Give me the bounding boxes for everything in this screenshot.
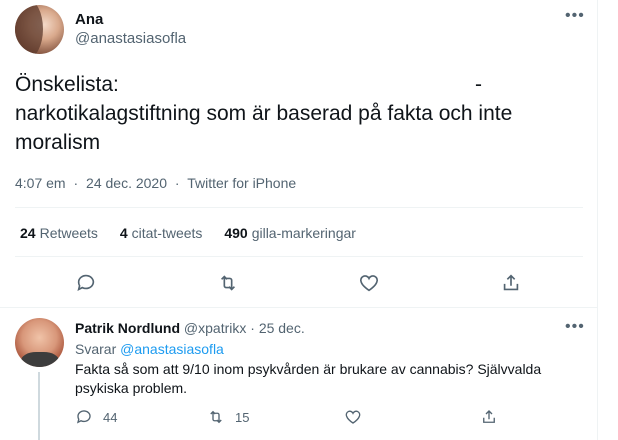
retweet-button[interactable] <box>217 272 239 294</box>
tweet-text-line: narkotikalagstiftning som är baserad på … <box>15 102 513 125</box>
tweet-source[interactable]: Twitter for iPhone <box>187 175 296 191</box>
divider <box>15 256 583 257</box>
tweet-text-line: moralism <box>15 131 101 154</box>
reply-text: Fakta så som att 9/10 inom psykvården är… <box>75 360 585 398</box>
comment-icon <box>77 274 95 291</box>
reply-button[interactable] <box>75 272 97 294</box>
author-handle[interactable]: @anastasiasofla <box>75 30 186 47</box>
more-options-icon[interactable]: ••• <box>565 8 585 24</box>
reply-date[interactable]: 25 dec. <box>259 320 305 336</box>
reply-author-handle[interactable]: @xpatrikx <box>184 320 246 336</box>
like-button[interactable] <box>358 272 380 294</box>
comment-icon <box>76 410 91 424</box>
reply-reply-button[interactable]: 44 <box>75 408 117 426</box>
divider <box>15 207 583 208</box>
retweets-stat[interactable]: 24 Retweets <box>20 225 98 241</box>
tweet-meta: 4:07 em · 24 dec. 2020 · Twitter for iPh… <box>15 175 300 191</box>
tweet-text-dash: - <box>475 73 482 96</box>
reply-retweet-button[interactable]: 15 <box>207 408 249 426</box>
reply-text-line: Fakta så som att 9/10 inom psykvården är… <box>75 361 542 377</box>
tweet-text-line: Önskelista: <box>15 73 119 96</box>
reply-text-line: psykiska problem. <box>75 380 188 396</box>
thread-line <box>38 372 40 440</box>
heart-icon <box>359 275 379 292</box>
replying-to-link[interactable]: @anastasiasofla <box>120 341 224 357</box>
more-options-icon[interactable]: ••• <box>565 319 585 335</box>
share-icon <box>503 274 519 291</box>
retweet-icon <box>210 410 222 424</box>
divider <box>0 307 598 308</box>
tweet-column: Ana @anastasiasofla ••• Önskelista: - na… <box>0 0 598 440</box>
replying-to: Svarar @anastasiasofla <box>75 341 224 357</box>
tweet-text: Önskelista: - narkotikalagstiftning som … <box>15 70 585 157</box>
tweet-date[interactable]: 24 dec. 2020 <box>86 175 167 191</box>
share-icon <box>483 410 495 423</box>
heart-icon <box>345 410 361 424</box>
author-name[interactable]: Ana <box>75 11 103 28</box>
tweet-time[interactable]: 4:07 em <box>15 175 66 191</box>
reply-share-button[interactable] <box>480 408 498 426</box>
retweet-icon <box>220 275 236 291</box>
reply-author-name[interactable]: Patrik Nordlund <box>75 320 180 336</box>
separator: · <box>250 320 255 336</box>
reply-count: 44 <box>103 409 118 425</box>
quotes-stat[interactable]: 4 citat-tweets <box>120 225 203 241</box>
tweet-stats: 24 Retweets 4 citat-tweets 490 gilla-marker… <box>20 225 374 241</box>
separator: · <box>73 175 79 191</box>
separator: · <box>174 175 180 191</box>
likes-stat[interactable]: 490 gilla-markeringar <box>224 225 356 241</box>
reply-like-button[interactable] <box>344 408 362 426</box>
avatar[interactable] <box>15 5 64 54</box>
reply-avatar[interactable] <box>15 318 64 367</box>
reply-header: Patrik Nordlund @xpatrikx · 25 dec. <box>75 320 305 336</box>
share-button[interactable] <box>500 272 522 294</box>
retweet-count: 15 <box>235 409 250 425</box>
